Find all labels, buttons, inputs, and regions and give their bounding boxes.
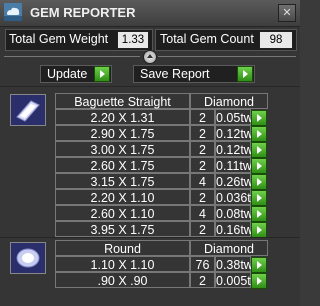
row-select-button[interactable] xyxy=(251,206,267,222)
row-select-button[interactable] xyxy=(251,190,267,206)
shape-header: Baguette Straight xyxy=(55,93,190,109)
total-count-label: Total Gem Count xyxy=(160,32,254,46)
total-count-value: 98 xyxy=(259,31,293,49)
table-row: .90 X .90 2 0.005tw xyxy=(55,272,285,289)
size-cell: 3.00 X 1.75 xyxy=(55,141,190,157)
count-cell: 4 xyxy=(190,205,215,221)
table-row: 2.20 X 1.31 2 0.05tw xyxy=(55,109,285,126)
row-select-button[interactable] xyxy=(251,110,267,126)
update-button[interactable]: Update xyxy=(40,65,112,83)
row-select-button[interactable] xyxy=(251,222,267,238)
row-select-button[interactable] xyxy=(251,142,267,158)
total-weight-value: 1.33 xyxy=(117,31,149,49)
weight-cell: 0.12tw xyxy=(215,125,253,141)
round-gem-icon xyxy=(10,242,46,274)
group-separator xyxy=(0,237,300,238)
count-cell: 2 xyxy=(190,125,215,141)
update-arrow-icon xyxy=(94,66,110,82)
table-row: 2.60 X 1.75 2 0.11tw xyxy=(55,157,285,174)
row-select-button[interactable] xyxy=(251,257,267,273)
weight-cell: 0.38tw xyxy=(215,256,253,272)
total-weight-label: Total Gem Weight xyxy=(9,32,109,46)
size-cell: 2.20 X 1.10 xyxy=(55,189,190,205)
divider-right xyxy=(158,56,296,57)
count-cell: 2 xyxy=(190,272,215,288)
weight-cell: 0.005tw xyxy=(215,272,260,288)
window-title: GEM REPORTER xyxy=(30,5,136,20)
weight-cell: 0.12tw xyxy=(215,141,253,157)
weight-cell: 0.08tw xyxy=(215,205,253,221)
size-cell: .90 X .90 xyxy=(55,272,190,288)
count-cell: 2 xyxy=(190,141,215,157)
row-select-button[interactable] xyxy=(251,158,267,174)
table-row: 3.95 X 1.75 2 0.16tw xyxy=(55,221,285,238)
material-header: Diamond xyxy=(190,93,268,109)
save-report-arrow-icon xyxy=(237,66,253,82)
baguette-gem-icon xyxy=(10,94,46,126)
weight-cell: 0.05tw xyxy=(215,109,253,125)
divider-left xyxy=(4,56,140,57)
size-cell: 3.15 X 1.75 xyxy=(55,173,190,189)
table-row: 1.10 X 1.10 76 0.38tw xyxy=(55,256,285,273)
table-row: 2.60 X 1.10 4 0.08tw xyxy=(55,205,285,222)
weight-cell: 0.036tw xyxy=(215,189,260,205)
table-row: 2.90 X 1.75 2 0.12tw xyxy=(55,125,285,142)
title-bar[interactable]: GEM REPORTER ✕ xyxy=(0,0,300,27)
cloud-app-icon xyxy=(4,3,22,21)
close-button[interactable]: ✕ xyxy=(278,4,296,22)
size-cell: 2.60 X 1.10 xyxy=(55,205,190,221)
count-cell: 4 xyxy=(190,173,215,189)
shape-header: Round xyxy=(55,240,190,256)
size-cell: 2.60 X 1.75 xyxy=(55,157,190,173)
count-cell: 2 xyxy=(190,221,215,237)
material-header: Diamond xyxy=(190,240,268,256)
table-row: 3.00 X 1.75 2 0.12tw xyxy=(55,141,285,158)
table-row: 2.20 X 1.10 2 0.036tw xyxy=(55,189,285,206)
count-cell: 2 xyxy=(190,189,215,205)
gem-reporter-window: GEM REPORTER ✕ Total Gem Weight 1.33 Tot… xyxy=(0,0,300,306)
row-select-button[interactable] xyxy=(251,273,267,289)
weight-cell: 0.16tw xyxy=(215,221,253,237)
size-cell: 2.20 X 1.31 xyxy=(55,109,190,125)
size-cell: 1.10 X 1.10 xyxy=(55,256,190,272)
weight-cell: 0.11tw xyxy=(215,157,252,173)
collapse-toggle[interactable] xyxy=(143,50,157,64)
close-icon: ✕ xyxy=(282,7,292,19)
save-report-label: Save Report xyxy=(140,67,210,81)
section-separator xyxy=(0,86,300,87)
size-cell: 2.90 X 1.75 xyxy=(55,125,190,141)
weight-cell: 0.26tw xyxy=(215,173,253,189)
update-label: Update xyxy=(47,67,88,81)
count-cell: 2 xyxy=(190,109,215,125)
save-report-button[interactable]: Save Report xyxy=(133,65,255,83)
table-row: 3.15 X 1.75 4 0.26tw xyxy=(55,173,285,190)
row-select-button[interactable] xyxy=(251,126,267,142)
count-cell: 2 xyxy=(190,157,215,173)
row-select-button[interactable] xyxy=(251,174,267,190)
count-cell: 76 xyxy=(190,256,215,272)
size-cell: 3.95 X 1.75 xyxy=(55,221,190,237)
